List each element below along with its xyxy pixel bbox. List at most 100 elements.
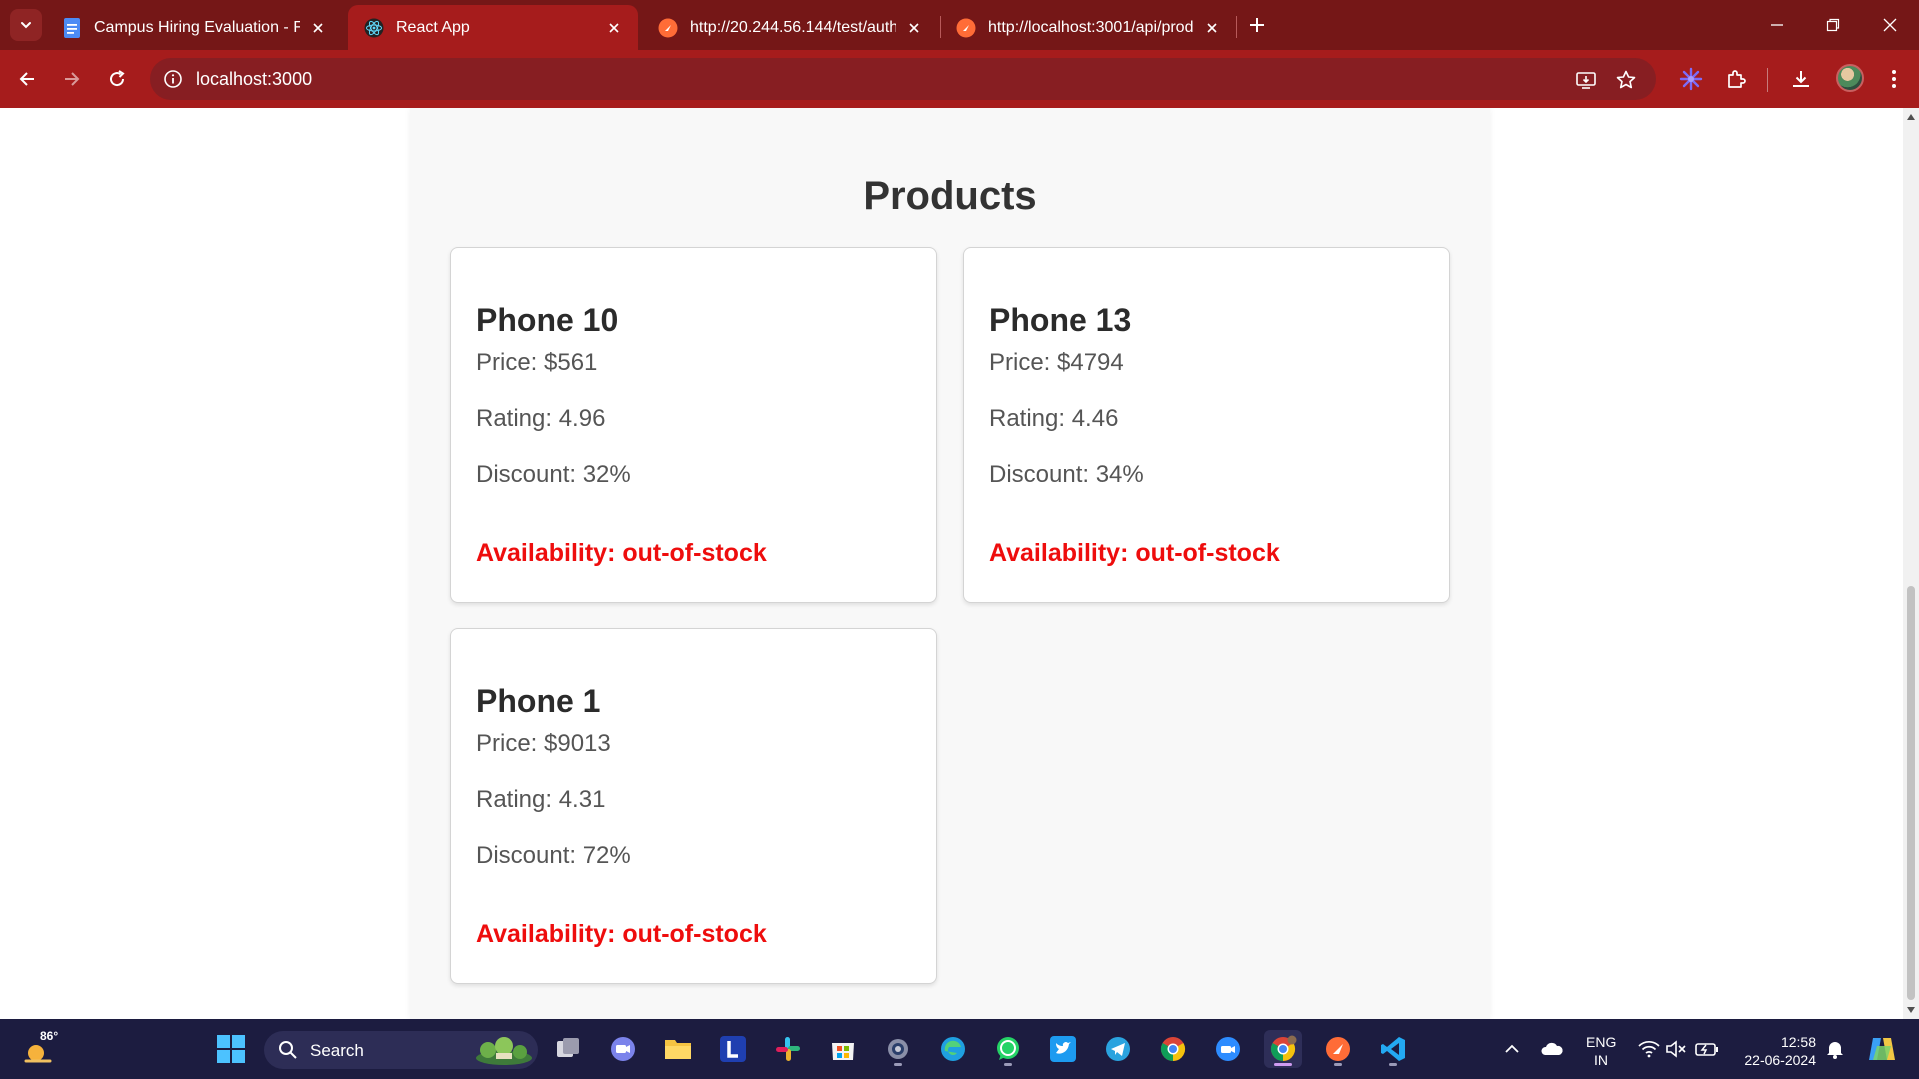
close-icon[interactable] [308,18,328,38]
zoom-icon[interactable] [1209,1030,1247,1068]
tab-campus-hiring[interactable]: Campus Hiring Evaluation - Full [46,5,342,50]
browser-menu-icon[interactable] [1880,65,1908,93]
file-explorer-icon[interactable] [659,1030,697,1068]
profile-avatar[interactable] [1836,64,1864,92]
product-name: Phone 10 [476,302,619,338]
clock-time: 12:58 [1780,1034,1816,1050]
postman-icon [658,18,678,38]
product-discount: Discount: 72% [476,842,631,869]
running-indicator [1004,1063,1012,1066]
product-card: Phone 1 Price: $9013 Rating: 4.31 Discou… [450,628,937,984]
weather-temp: 86° [40,1029,59,1043]
back-button[interactable] [12,64,42,94]
chrome-icon[interactable] [1154,1030,1192,1068]
extensions-puzzle-icon[interactable] [1722,65,1750,93]
taskbar-search[interactable]: Search [264,1031,538,1069]
battery-icon[interactable] [1695,1037,1719,1061]
page-title: Products [863,174,1037,218]
close-icon[interactable] [1202,18,1222,38]
tab-title: React App [396,18,470,36]
notification-bell-icon[interactable] [1823,1037,1847,1061]
install-app-icon[interactable] [1574,68,1598,92]
system-clock[interactable]: 12:58 22-06-2024 [1736,1033,1816,1069]
chevron-up-icon[interactable] [1500,1037,1524,1061]
whatsapp-icon[interactable] [989,1030,1027,1068]
chrome-profile-icon[interactable] [1264,1030,1302,1068]
restore-button[interactable] [1818,10,1848,40]
product-name: Phone 1 [476,683,601,719]
windows-start-icon[interactable] [212,1030,250,1068]
docs-icon [62,17,82,38]
arrow-left-icon [19,72,34,86]
address-text[interactable]: localhost:3000 [196,69,312,90]
language-code: ENG [1586,1034,1617,1050]
wifi-icon[interactable] [1637,1037,1661,1061]
edge-icon[interactable] [934,1030,972,1068]
page-scrollbar[interactable] [1903,108,1919,1019]
bookmark-star-icon[interactable] [1614,68,1638,92]
tab-title: http://localhost:3001/api/produ [988,18,1194,36]
minimize-button[interactable] [1762,10,1792,40]
running-indicator [1334,1063,1342,1066]
volume-muted-icon[interactable] [1664,1037,1688,1061]
toolbar-separator [1767,68,1768,92]
tab-api-products[interactable]: http://localhost:3001/api/produ [940,5,1236,50]
tab-strip: Campus Hiring Evaluation - Full React Ap… [0,0,1919,50]
product-discount: Discount: 32% [476,461,631,488]
close-icon[interactable] [604,18,624,38]
downloads-icon[interactable] [1787,65,1815,93]
tab-title: Campus Hiring Evaluation - Full [94,18,300,36]
settings-icon[interactable] [879,1030,917,1068]
close-icon[interactable] [904,18,924,38]
scrollbar-thumb[interactable] [1907,586,1915,1000]
tab-react-app[interactable]: React App [348,5,638,50]
task-view-icon[interactable] [549,1030,587,1068]
tab-auth-url[interactable]: http://20.244.56.144/test/auth [642,5,938,50]
ms-store-icon[interactable] [824,1030,862,1068]
search-highlight-art-icon [476,1037,532,1065]
tab-separator [1236,16,1237,38]
product-price: Price: $9013 [476,730,611,757]
running-indicator [894,1063,902,1066]
product-rating: Rating: 4.96 [476,405,606,432]
postman-icon[interactable] [1319,1030,1357,1068]
windows-taskbar: 86° Search ENG IN 12:58 22-06-2024 [0,1019,1919,1079]
vscode-icon[interactable] [1374,1030,1412,1068]
product-rating: Rating: 4.46 [989,405,1119,432]
scroll-down-arrow-icon[interactable] [1906,1005,1916,1015]
search-icon [279,1041,297,1059]
product-card: Phone 10 Price: $561 Rating: 4.96 Discou… [450,247,937,603]
address-bar[interactable]: localhost:3000 [150,58,1656,100]
clock-date: 22-06-2024 [1744,1052,1816,1068]
language-indicator[interactable]: ENG IN [1586,1033,1616,1069]
reload-icon [110,70,125,87]
tab-search-button[interactable] [10,9,42,41]
tab-title: http://20.244.56.144/test/auth [690,18,896,36]
site-info-icon[interactable] [162,68,184,90]
copilot-icon[interactable] [1866,1033,1898,1065]
twitter-icon[interactable] [1044,1030,1082,1068]
product-rating: Rating: 4.31 [476,786,606,813]
slack-icon[interactable] [769,1030,807,1068]
running-indicator [1389,1063,1397,1066]
reload-button[interactable] [102,64,132,94]
new-tab-button[interactable] [1244,12,1270,38]
onedrive-cloud-icon[interactable] [1540,1037,1564,1061]
weather-widget[interactable]: 86° [22,1029,60,1067]
close-icon [1883,18,1897,32]
browser-toolbar: localhost:3000 [0,50,1919,108]
meet-icon[interactable] [604,1030,642,1068]
plus-icon [1250,18,1264,32]
telegram-icon[interactable] [1099,1030,1137,1068]
close-window-button[interactable] [1875,10,1905,40]
search-label: Search [310,1041,364,1060]
forward-button[interactable] [57,64,87,94]
restore-icon [1826,18,1840,32]
product-availability: Availability: out-of-stock [476,539,767,567]
extension-burst-icon[interactable] [1677,65,1705,93]
product-name: Phone 13 [989,302,1132,338]
scroll-up-arrow-icon[interactable] [1906,112,1916,122]
lens-app-icon[interactable] [714,1030,752,1068]
chevron-down-icon [21,22,31,29]
product-price: Price: $4794 [989,349,1124,376]
